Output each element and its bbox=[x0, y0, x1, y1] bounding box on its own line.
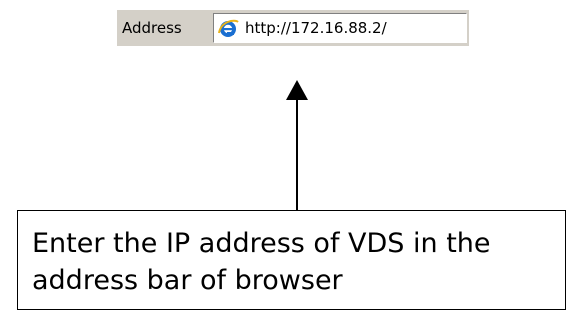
up-arrow-icon bbox=[286, 80, 308, 212]
address-url: http://172.16.88.2/ bbox=[245, 19, 387, 37]
address-label: Address bbox=[122, 19, 182, 37]
callout-text: Enter the IP address of VDS in the addre… bbox=[32, 228, 491, 296]
internet-explorer-icon bbox=[217, 17, 239, 39]
address-input[interactable]: http://172.16.88.2/ bbox=[213, 13, 467, 43]
instruction-callout: Enter the IP address of VDS in the addre… bbox=[17, 210, 566, 310]
address-bar: Address http://172.16.88.2/ bbox=[117, 10, 469, 46]
